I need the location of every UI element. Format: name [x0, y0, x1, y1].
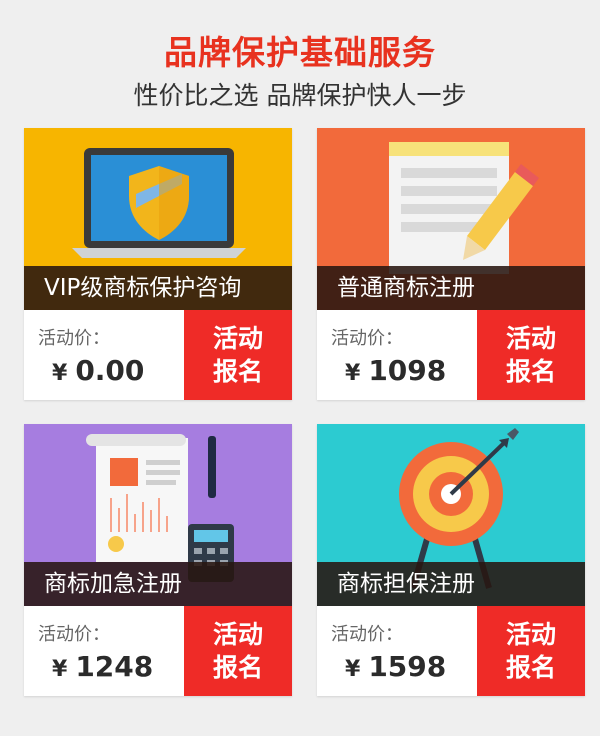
page-subtitle: 性价比之选 品牌保护快人一步: [133, 81, 467, 110]
price-value: ¥1248: [52, 650, 153, 683]
price-amount: 1098: [368, 354, 447, 387]
price-area: 活动价： ¥1598: [317, 606, 477, 696]
signup-button[interactable]: 活动 报名: [184, 310, 292, 400]
service-name: VIP级商标保护咨询: [24, 266, 292, 310]
card-banner: 普通商标注册: [317, 128, 585, 310]
card-banner: VIP级商标保护咨询: [24, 128, 292, 310]
page-title: 品牌保护基础服务: [164, 33, 436, 72]
signup-button[interactable]: 活动 报名: [477, 606, 585, 696]
price-amount: 1598: [368, 650, 447, 683]
button-line-1: 活动: [212, 620, 263, 649]
price-label: 活动价：: [38, 328, 110, 349]
price-area: 活动价： ¥1248: [24, 606, 184, 696]
card-banner: 商标担保注册: [317, 424, 585, 606]
currency-symbol: ¥: [52, 657, 68, 682]
service-card-guaranteed-registration: 商标担保注册 活动价： ¥1598 活动 报名: [317, 424, 585, 696]
button-line-1: 活动: [505, 324, 556, 353]
button-line-1: 活动: [505, 620, 556, 649]
price-value: ¥1598: [345, 650, 446, 683]
page-header: 品牌保护基础服务 性价比之选 品牌保护快人一步: [0, 0, 600, 120]
button-line-2: 报名: [505, 357, 556, 386]
currency-symbol: ¥: [52, 361, 68, 386]
price-amount: 0.00: [75, 354, 145, 387]
price-value: ¥0.00: [52, 354, 144, 387]
currency-symbol: ¥: [345, 657, 361, 682]
price-amount: 1248: [75, 650, 154, 683]
currency-symbol: ¥: [345, 361, 361, 386]
service-name: 普通商标注册: [317, 266, 585, 310]
service-card-ordinary-registration: 普通商标注册 活动价： ¥1098 活动 报名: [317, 128, 585, 400]
signup-button[interactable]: 活动 报名: [477, 310, 585, 400]
button-line-2: 报名: [212, 653, 263, 682]
price-label: 活动价：: [331, 624, 403, 645]
price-area: 活动价： ¥0.00: [24, 310, 184, 400]
service-name: 商标加急注册: [24, 562, 292, 606]
button-line-2: 报名: [212, 357, 263, 386]
button-line-1: 活动: [212, 324, 263, 353]
signup-button[interactable]: 活动 报名: [184, 606, 292, 696]
service-card-expedited-registration: 商标加急注册 活动价： ¥1248 活动 报名: [24, 424, 292, 696]
price-value: ¥1098: [345, 354, 446, 387]
price-area: 活动价： ¥1098: [317, 310, 477, 400]
price-label: 活动价：: [38, 624, 110, 645]
service-name: 商标担保注册: [317, 562, 585, 606]
price-label: 活动价：: [331, 328, 403, 349]
button-line-2: 报名: [505, 653, 556, 682]
card-banner: 商标加急注册: [24, 424, 292, 606]
service-card-vip-consult: VIP级商标保护咨询 活动价： ¥0.00 活动 报名: [24, 128, 292, 400]
